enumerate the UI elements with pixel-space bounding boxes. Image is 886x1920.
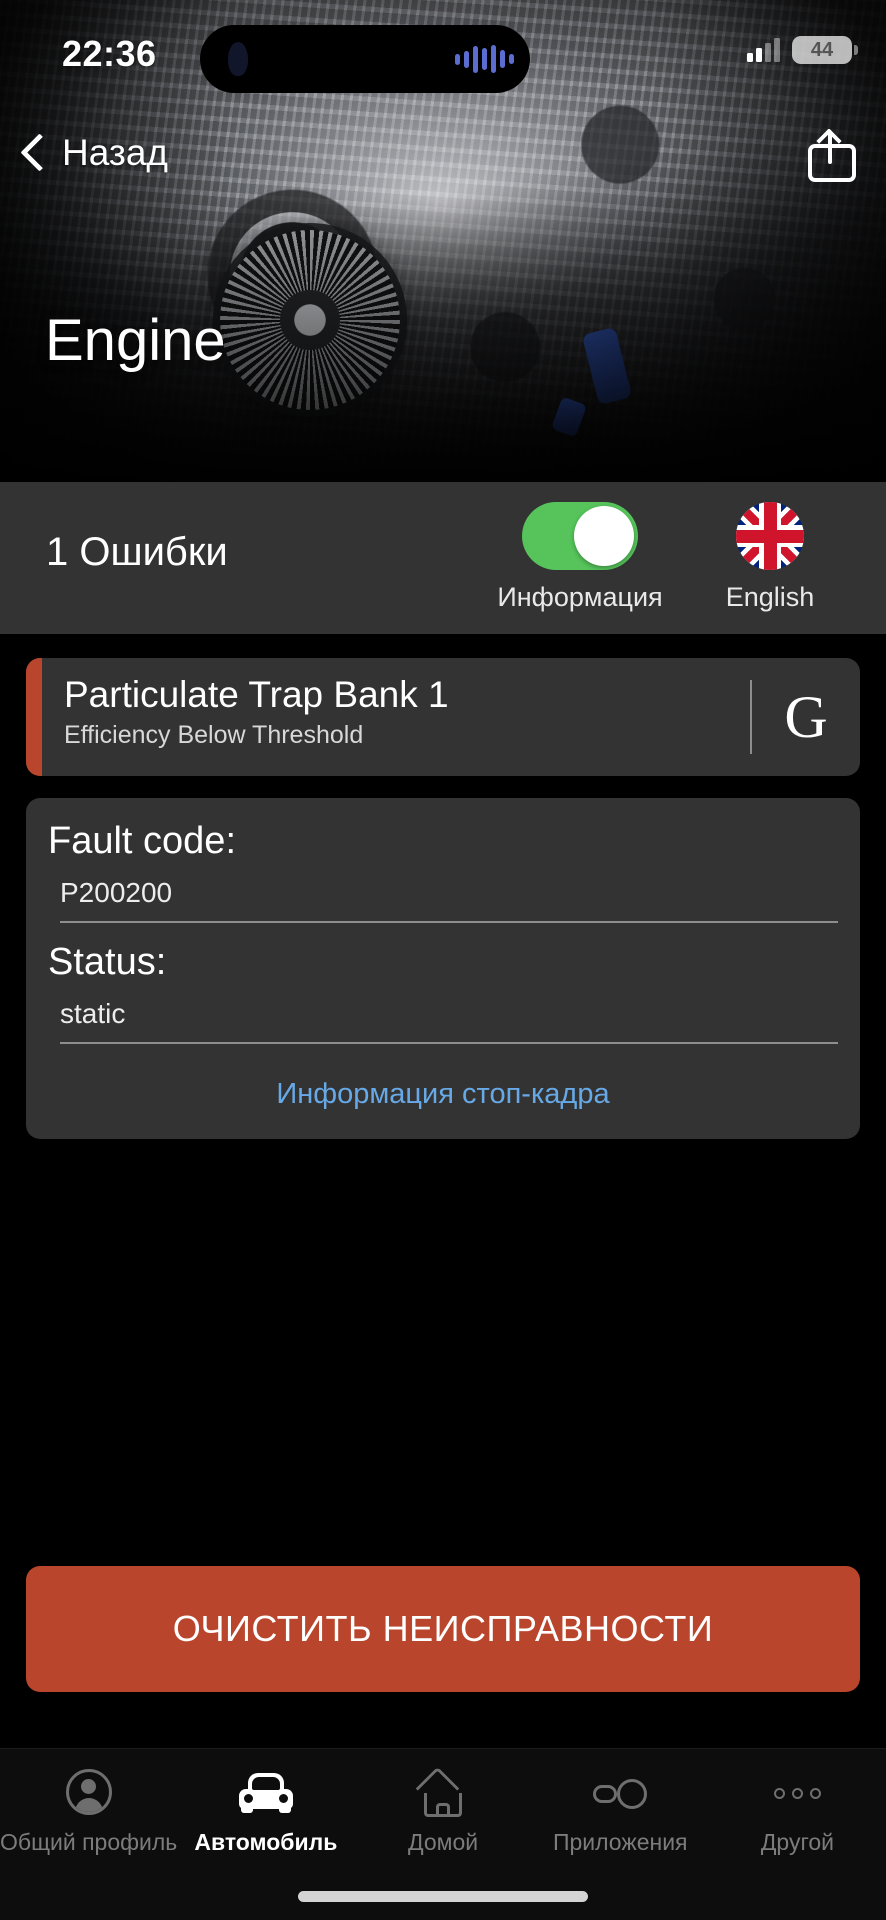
fault-code-label: Fault code: [48, 820, 236, 862]
tab-profile[interactable]: Общий профиль [0, 1769, 177, 1856]
apps-icon [593, 1769, 648, 1817]
status-value: static [60, 998, 126, 1029]
tab-apps-label: Приложения [552, 1829, 688, 1855]
tab-more[interactable]: Другой [709, 1769, 886, 1856]
audio-waveform-icon [455, 44, 514, 74]
more-dots-icon [770, 1769, 824, 1817]
tab-profile-label: Общий профиль [0, 1829, 178, 1855]
tab-car-label: Автомобиль [194, 1829, 338, 1855]
status-bar-time: 22:36 [62, 33, 157, 74]
clear-faults-button[interactable]: ОЧИСТИТЬ НЕИСПРАВНОСТИ [26, 1566, 860, 1692]
dynamic-island[interactable] [200, 25, 530, 93]
battery-icon: 44 [792, 36, 858, 64]
fault-title: Particulate Trap Bank 1 [64, 674, 449, 715]
error-count-label: 1 Ошибки [46, 530, 228, 574]
language-selector[interactable]: English [690, 502, 850, 613]
home-icon [415, 1766, 470, 1817]
back-button-label: Назад [62, 132, 169, 173]
summary-bar: 1 Ошибки Информация English [0, 482, 886, 634]
language-label: English [725, 582, 815, 612]
back-button[interactable]: Назад [18, 130, 168, 176]
cellular-signal-icon [747, 38, 780, 62]
car-icon [238, 1769, 293, 1817]
tab-home-label: Домой [408, 1829, 479, 1855]
fault-content: Particulate Trap Bank 1 Efficiency Below… [0, 634, 886, 1139]
fault-card[interactable]: Particulate Trap Bank 1 Efficiency Below… [26, 658, 860, 776]
info-toggle-label: Информация [497, 582, 663, 612]
status-label: Status: [48, 941, 167, 983]
music-artwork-icon [216, 36, 262, 82]
google-search-button[interactable]: G [752, 658, 860, 776]
freeze-frame-link[interactable]: Информация стоп-кадра [48, 1062, 838, 1125]
info-toggle[interactable] [522, 502, 638, 570]
info-toggle-group: Информация [490, 502, 670, 613]
field-divider-2 [60, 1042, 838, 1044]
tab-home[interactable]: Домой [354, 1766, 531, 1856]
page-title: Engine [45, 308, 226, 373]
fault-severity-accent [26, 658, 42, 776]
toggle-knob [574, 506, 634, 566]
app-screen: 22:36 44 Назад Engine 1 Ошибки Информаци… [0, 0, 886, 1920]
home-indicator[interactable] [298, 1891, 588, 1902]
share-icon[interactable] [806, 124, 858, 182]
battery-level: 44 [810, 38, 834, 61]
person-circle-icon [62, 1769, 116, 1817]
chevron-left-icon [18, 130, 48, 176]
fault-card-text: Particulate Trap Bank 1 Efficiency Below… [42, 658, 750, 776]
fault-subtitle: Efficiency Below Threshold [64, 721, 364, 750]
tab-apps[interactable]: Приложения [532, 1769, 709, 1856]
tab-car[interactable]: Автомобиль [177, 1769, 354, 1856]
hero-header: 22:36 44 Назад Engine [0, 0, 886, 482]
fault-code-value: P200200 [60, 877, 173, 908]
tab-more-label: Другой [760, 1829, 834, 1855]
fault-details-card: Fault code: P200200 Status: static Инфор… [26, 798, 860, 1139]
field-divider [60, 921, 838, 923]
uk-flag-icon [736, 502, 804, 570]
status-bar: 22:36 44 [0, 0, 886, 110]
status-bar-indicators: 44 [747, 36, 858, 64]
navigation-bar: Назад [0, 118, 886, 188]
